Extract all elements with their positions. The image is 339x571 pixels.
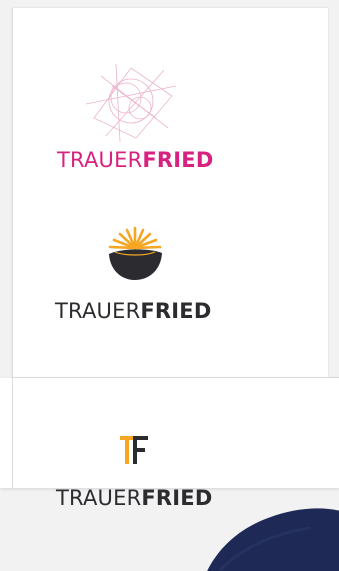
logo-card-lower xyxy=(0,378,339,488)
wordmark-dark-tf: TRAUERFRIED xyxy=(56,486,212,510)
wordmark-dark-sun: TRAUERFRIED xyxy=(55,299,211,323)
navy-shape-decoration xyxy=(207,508,339,571)
geometric-circle-icon xyxy=(85,63,177,143)
card-border-left xyxy=(12,8,13,488)
wordmark-light: TRAUER xyxy=(55,299,141,323)
card-divider xyxy=(12,377,339,378)
wordmark-light: TRAUER xyxy=(56,486,142,510)
wordmark-bold: FRIED xyxy=(142,148,214,172)
wordmark-light: TRAUER xyxy=(57,148,143,172)
wordmark-bold: FRIED xyxy=(140,299,212,323)
wordmark-pink: TRAUERFRIED xyxy=(57,148,213,172)
tf-monogram-icon xyxy=(120,436,148,464)
page: TRAUERFRIED TRAUERFRIED TRAUERFRIED xyxy=(0,0,339,571)
sunrise-bowl-icon xyxy=(108,226,162,280)
